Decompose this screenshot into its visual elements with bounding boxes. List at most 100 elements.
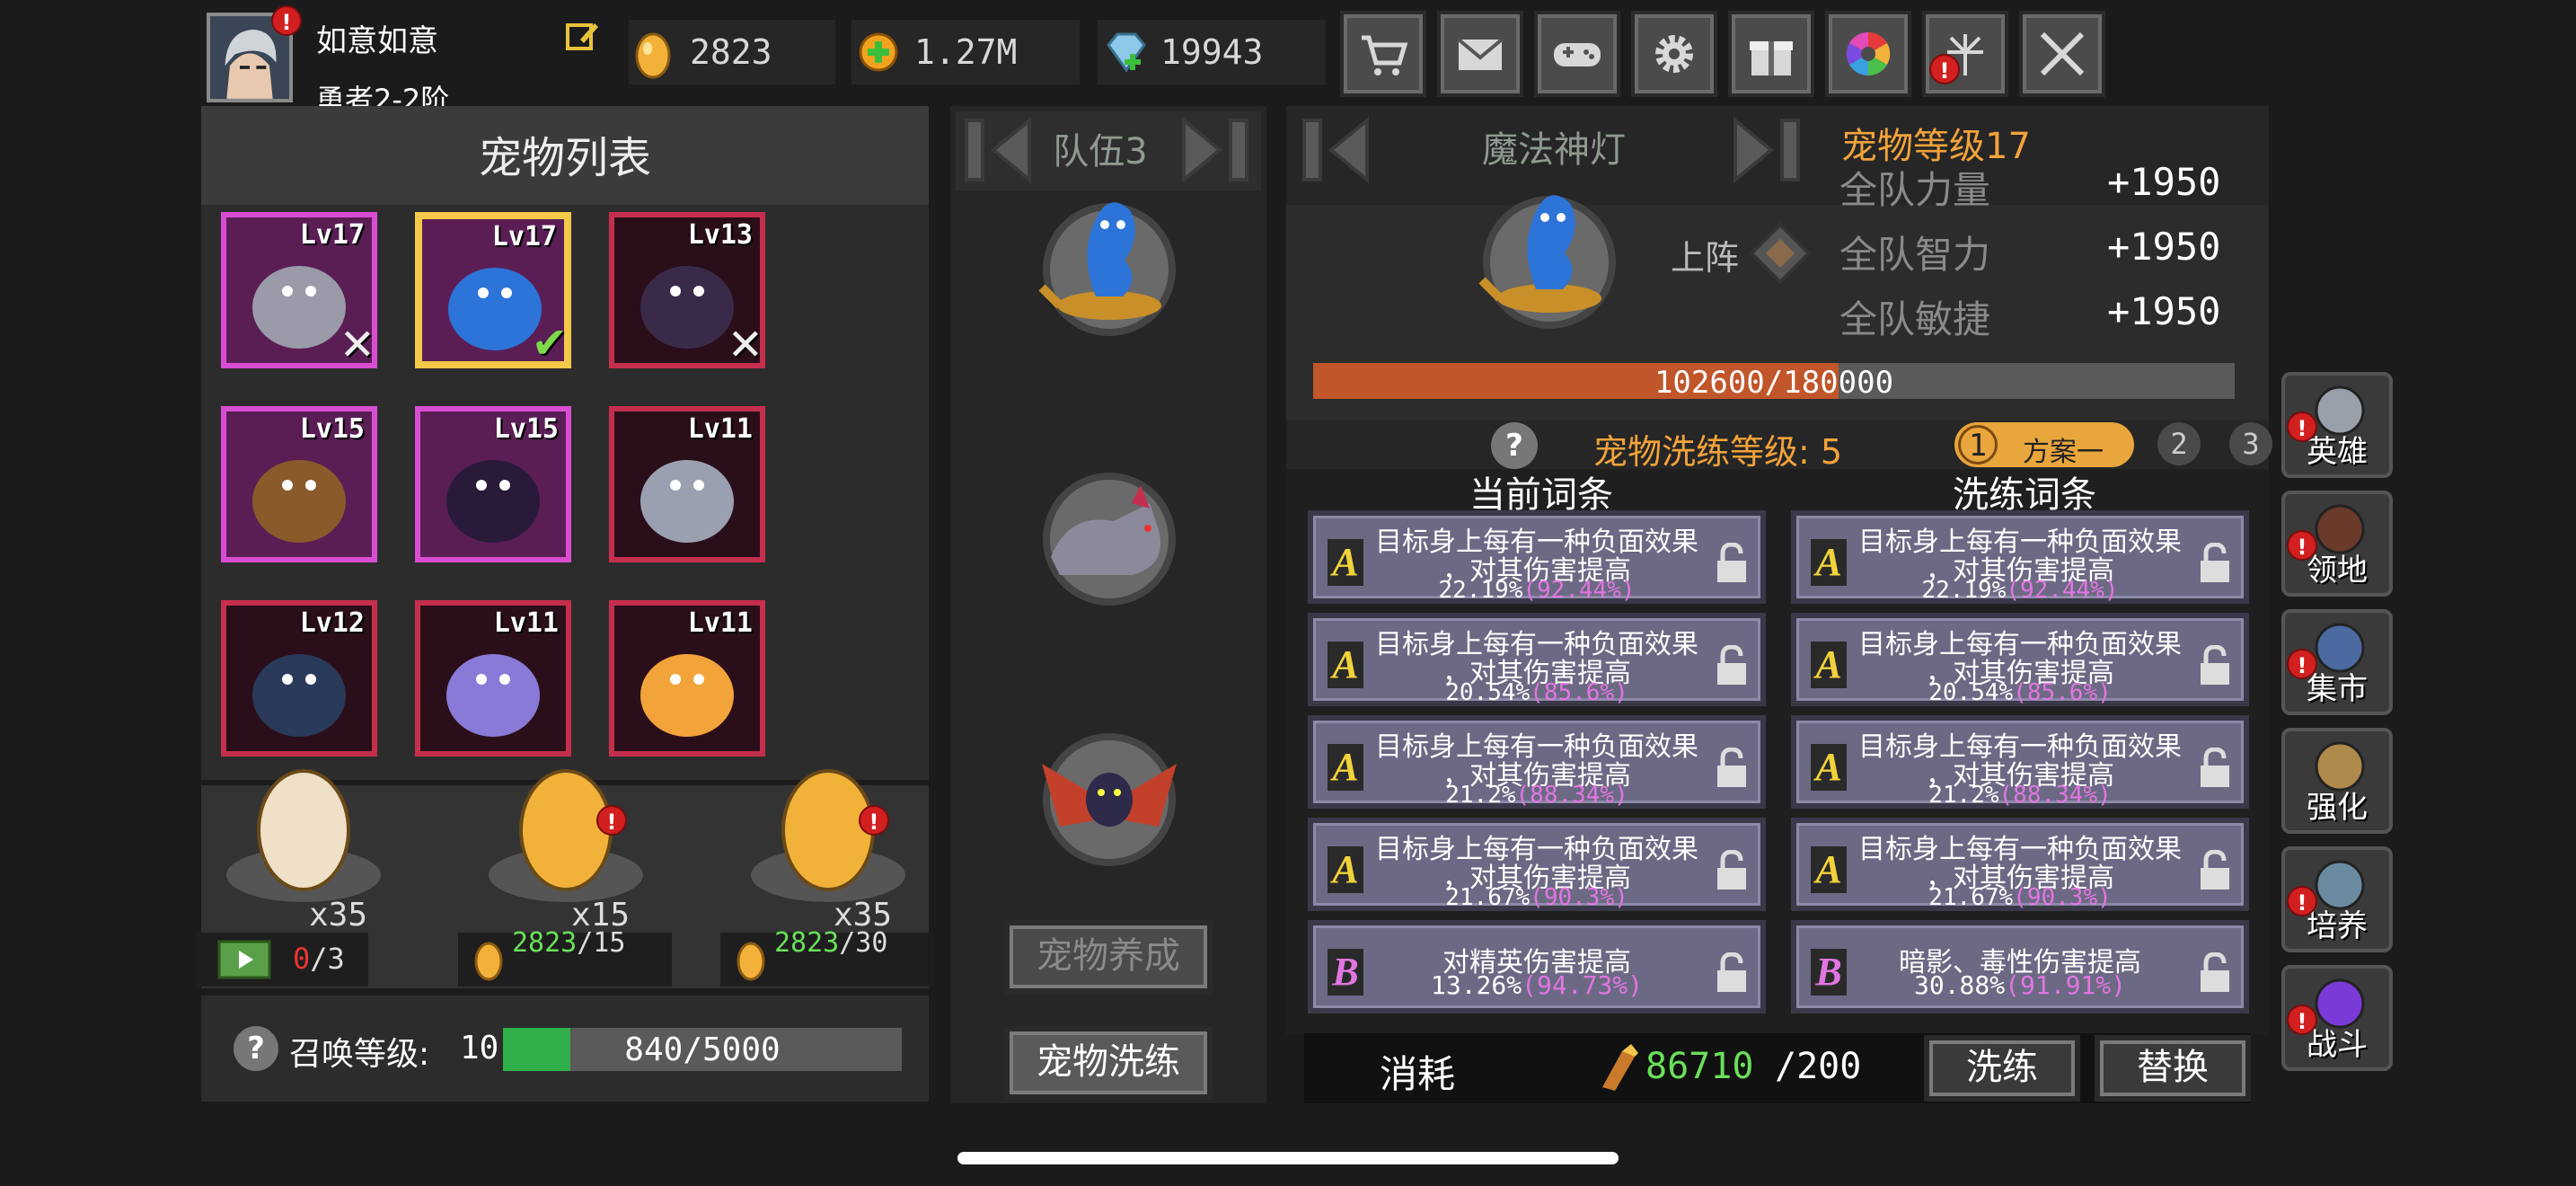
entry-value-percent: (85.6%) <box>1530 679 1628 706</box>
pet-exp-text: 102600/180000 <box>1654 365 1894 401</box>
team-slot-3[interactable] <box>1024 710 1195 872</box>
egg-cost-box[interactable]: 2823/30 <box>720 929 934 987</box>
pet-nurture-button[interactable]: 宠物养成 <box>1004 920 1213 994</box>
entry-card[interactable]: A 目标身上每有一种负面效果 ，对其伤害提高 21.2%(88.34%) <box>1308 715 1766 809</box>
pet-next-arrow-icon[interactable] <box>1725 111 1807 189</box>
crossed-swords-icon <box>2040 31 2085 76</box>
cross-icon: ✕ <box>339 320 375 370</box>
cost-label: 消耗 <box>1380 1052 1456 1096</box>
entry-card[interactable]: A 目标身上每有一种负面效果 ，对其伤害提高 21.67%(90.3%) <box>1791 818 2249 911</box>
pet-prev-arrow-icon[interactable] <box>1295 111 1378 189</box>
pet-level-label: Lv12 <box>299 607 365 639</box>
entry-card[interactable]: B 对精英伤害提高 13.26%(94.73%) <box>1308 920 1766 1013</box>
entry-value-number: 22.19% <box>1921 577 2007 604</box>
stat-value: +1950 <box>2107 289 2221 333</box>
pet-slot[interactable]: Lv13 ✕ <box>609 212 765 370</box>
team-slot-1[interactable] <box>1024 180 1195 341</box>
summon-progress-text: 840/5000 <box>624 1031 781 1068</box>
battle-button[interactable] <box>2019 11 2105 97</box>
team-prev-arrow-icon[interactable] <box>957 111 1040 189</box>
gamepad-button[interactable] <box>1534 11 1620 97</box>
lock-icon[interactable] <box>1714 645 1750 686</box>
plan-1-indicator: 1 <box>1958 425 1998 465</box>
shop-cart-button[interactable] <box>1340 11 1426 97</box>
pet-slot[interactable]: Lv12 <box>221 600 377 757</box>
plan-3-button[interactable]: 3 <box>2229 422 2272 465</box>
color-wheel-icon <box>1846 31 1891 76</box>
plan-2-button[interactable]: 2 <box>2157 422 2201 465</box>
summon-egg[interactable] <box>485 767 647 902</box>
grade-a-badge: A <box>1811 642 1847 688</box>
settings-button[interactable] <box>1631 11 1717 97</box>
egg-icon <box>226 769 381 902</box>
lock-icon[interactable] <box>2197 645 2233 686</box>
replace-action-button[interactable]: 替换 <box>2095 1035 2251 1102</box>
entry-value-number: 22.19% <box>1438 577 1523 604</box>
pet-slot[interactable]: Lv17 ✔ <box>415 212 571 368</box>
lock-icon[interactable] <box>1714 952 1750 994</box>
edit-name-icon[interactable] <box>564 18 600 54</box>
cost-current: 0 <box>293 942 311 976</box>
entry-value-number: 21.67% <box>1445 884 1531 911</box>
pet-level-label: Lv17 <box>299 219 365 251</box>
color-wheel-button[interactable] <box>1825 11 1911 97</box>
pet-list-title: 宠物列表 <box>478 133 651 183</box>
deploy-diamond-icon[interactable] <box>1748 221 1813 286</box>
plan-label: 方案一 <box>2023 437 2104 468</box>
entry-card[interactable]: A 目标身上每有一种负面效果 ，对其伤害提高 20.54%(85.6%) <box>1791 613 2249 706</box>
pet-level-label: Lv11 <box>687 607 753 639</box>
help-icon[interactable]: ? <box>234 1026 278 1071</box>
mail-button[interactable] <box>1437 11 1523 97</box>
lock-icon[interactable] <box>2197 952 2233 994</box>
egg-alert-badge: ! <box>596 805 627 836</box>
pet-slot[interactable]: Lv15 <box>221 406 377 562</box>
entry-card[interactable]: A 目标身上每有一种负面效果 ，对其伤害提高 22.19%(92.44%) <box>1308 510 1766 604</box>
gift-button[interactable] <box>1728 11 1814 97</box>
entry-value: 21.67%(90.3%) <box>1850 884 2190 911</box>
lock-icon[interactable] <box>2197 850 2233 891</box>
stat-value: +1950 <box>2107 225 2221 269</box>
lock-icon[interactable] <box>2197 748 2233 789</box>
entry-value-percent: (91.91%) <box>2005 970 2126 1000</box>
pet-refine-button[interactable]: 宠物洗练 <box>1004 1026 1213 1100</box>
team-next-arrow-icon[interactable] <box>1173 111 1256 189</box>
egg-cost-box[interactable]: 2823/15 <box>458 929 672 987</box>
diamond-plus-icon[interactable] <box>1103 31 1150 74</box>
egg-cost-text: 2823/15 <box>512 929 665 958</box>
egg-cost-text: 0/3 <box>293 942 345 976</box>
entry-card[interactable]: A 目标身上每有一种负面效果 ，对其伤害提高 21.67%(90.3%) <box>1308 818 1766 911</box>
gift-icon <box>1750 41 1793 75</box>
lock-icon[interactable] <box>1714 748 1750 789</box>
video-ad-icon <box>217 940 271 979</box>
pet-slot[interactable]: Lv11 <box>609 600 765 757</box>
summon-egg[interactable] <box>747 767 909 902</box>
plan-selector[interactable]: 1 方案一 <box>1954 422 2134 468</box>
refine-help-icon[interactable]: ? <box>1491 422 1538 469</box>
firework-button[interactable] <box>1922 11 2008 97</box>
gold-coin-plus-icon[interactable] <box>857 29 902 75</box>
summon-egg[interactable] <box>223 767 384 902</box>
entry-card[interactable]: A 目标身上每有一种负面效果 ，对其伤害提高 20.54%(85.6%) <box>1308 613 1766 706</box>
pet-slot[interactable]: Lv11 <box>415 600 571 757</box>
entry-card[interactable]: A 目标身上每有一种负面效果 ，对其伤害提高 21.2%(88.34%) <box>1791 715 2249 809</box>
home-indicator[interactable] <box>957 1152 1619 1164</box>
team-slot-2[interactable] <box>1024 458 1195 611</box>
entry-value: 21.67%(90.3%) <box>1367 884 1707 911</box>
refine-action-button[interactable]: 洗练 <box>1924 1035 2080 1102</box>
side-nav-emblem[interactable]: 强化 <box>2281 728 2393 834</box>
entry-value: 21.2%(88.34%) <box>1850 782 2190 809</box>
egg-icon <box>751 769 905 902</box>
lock-icon[interactable] <box>1714 850 1750 891</box>
lock-icon[interactable] <box>2197 543 2233 584</box>
pet-slot[interactable]: Lv17 ✕ <box>221 212 377 370</box>
pet-slot[interactable]: Lv11 <box>609 406 765 562</box>
entry-value-number: 30.88% <box>1913 970 2006 1000</box>
grade-a-badge: A <box>1328 642 1363 688</box>
player-name: 如意如意 <box>316 23 438 59</box>
pet-slot[interactable]: Lv15 <box>415 406 571 562</box>
entry-card[interactable]: A 目标身上每有一种负面效果 ，对其伤害提高 22.19%(92.44%) <box>1791 510 2249 604</box>
entry-card[interactable]: B 暗影、毒性伤害提高 30.88%(91.91%) <box>1791 920 2249 1013</box>
lock-icon[interactable] <box>1714 543 1750 584</box>
egg-cost-box[interactable]: 0/3 <box>196 933 368 987</box>
grade-a-badge: A <box>1328 539 1363 586</box>
